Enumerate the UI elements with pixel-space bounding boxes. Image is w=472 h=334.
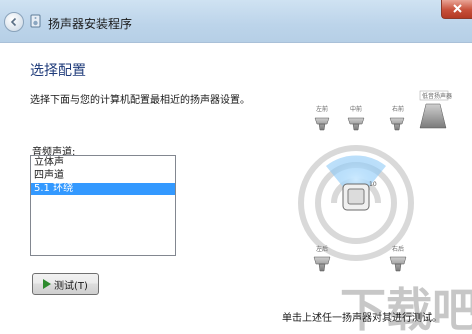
channels-listbox[interactable]: 立体声 四声道 5.1 环绕 [30,155,176,256]
channel-option-surround[interactable]: 5.1 环绕 [31,183,175,195]
play-icon [43,279,52,289]
back-arrow-icon [10,17,17,27]
title-bar: 扬声器安装程序 [0,0,472,43]
watermark-logo: 下载吧 [340,283,472,334]
channel-option-stereo[interactable]: 立体声 [31,157,175,169]
test-hint: 单击上述任一扬声器对其进行测试。 [282,313,442,324]
channel-option-quad[interactable]: 四声道 [31,170,175,182]
page-title: 选择配置 [30,63,86,79]
window-title: 扬声器安装程序 [48,17,133,31]
speaker-app-icon [30,14,41,28]
back-button[interactable] [4,12,24,32]
test-button[interactable]: 测试(T) [32,273,99,295]
close-button[interactable] [441,0,472,19]
close-icon [453,4,462,13]
test-button-label: 测试(T) [54,280,88,292]
page-description: 选择下面与您的计算机配置最相近的扬声器设置。 [30,95,250,106]
